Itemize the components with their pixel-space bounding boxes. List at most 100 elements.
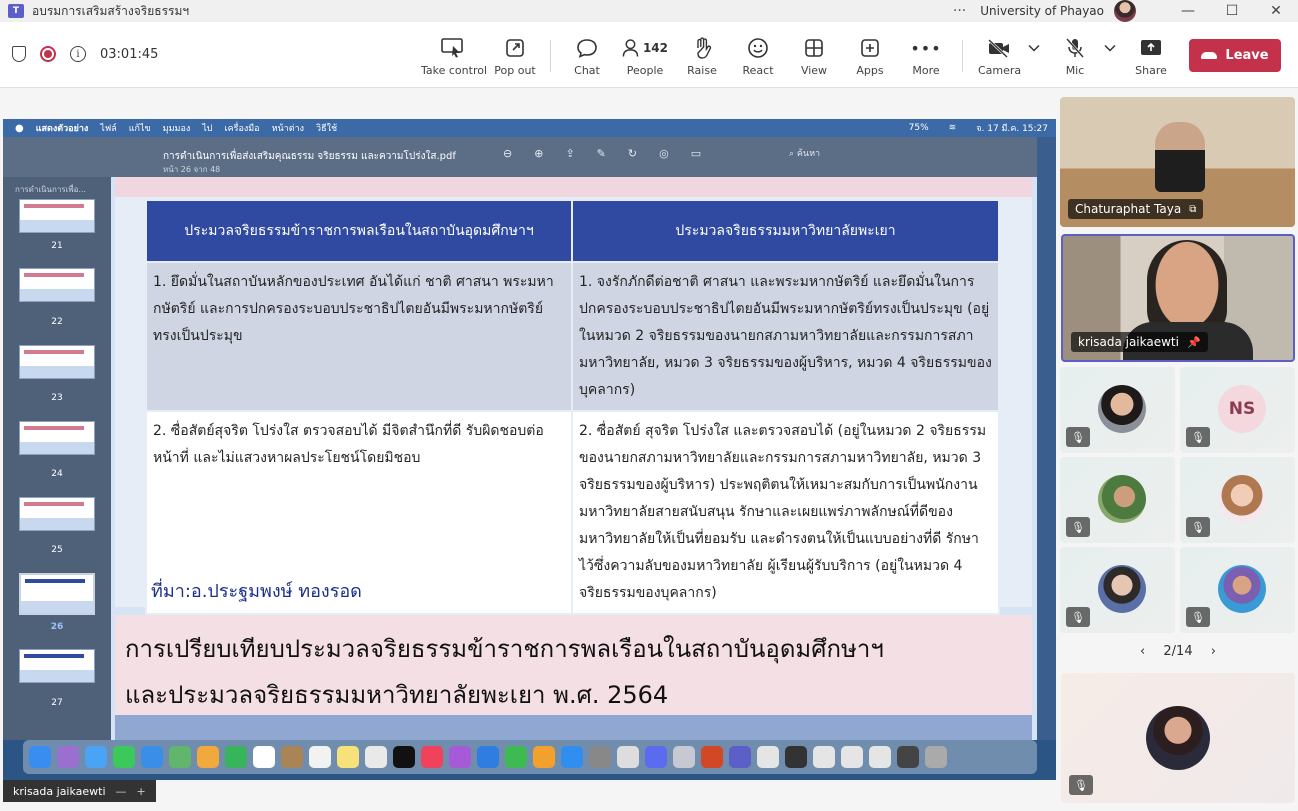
teams-logo-icon: T — [8, 4, 24, 18]
presenter-name: krisada jaikaewti — [13, 784, 106, 798]
chat-button[interactable]: Chat — [570, 36, 604, 84]
document-icon — [841, 746, 863, 768]
document-icon — [757, 746, 779, 768]
slide-source-text: ที่มา:อ.ประฐมพงษ์ ทองรอด — [151, 581, 362, 602]
mac-menu-item: หน้าต่าง — [271, 124, 305, 134]
music-icon — [421, 746, 443, 768]
preview-icon — [617, 746, 639, 768]
safari-icon — [85, 746, 107, 768]
calendar-icon — [253, 746, 275, 768]
participant-name: krisada jaikaewti — [1078, 335, 1179, 349]
chevron-left-icon[interactable]: ‹ — [1140, 644, 1145, 659]
contacts-icon — [281, 746, 303, 768]
view-label: View — [800, 64, 828, 77]
screen-icon — [673, 746, 695, 768]
share-button[interactable]: Share — [1134, 36, 1168, 84]
apps-button[interactable]: Apps — [854, 36, 886, 84]
chevron-down-icon — [1102, 36, 1118, 60]
participant-tile[interactable]: 🎙 — [1180, 547, 1295, 633]
participant-pager: ‹ 2/14 › — [1140, 644, 1216, 659]
zoom-in-button[interactable]: + — [137, 785, 146, 798]
active-speaker-video-tile[interactable]: krisada jaikaewti 📌 — [1061, 234, 1295, 362]
share-icon — [1134, 36, 1168, 60]
leave-label: Leave — [1225, 48, 1269, 63]
thumbnail-number: 22 — [51, 317, 63, 327]
maximize-button[interactable]: ☐ — [1210, 3, 1254, 19]
view-button[interactable]: View — [798, 36, 830, 84]
participant-tile[interactable]: 🎙 — [1060, 457, 1175, 543]
slide-header-strip — [115, 177, 1032, 197]
table-header: ประมวลจริยธรรมมหาวิทยาลัยพะเยา — [571, 199, 1000, 263]
camera-off-icon — [978, 36, 1020, 60]
mic-off-icon: 🎙 — [1186, 427, 1210, 447]
participant-avatar — [1218, 475, 1266, 523]
more-button[interactable]: ••• More — [910, 36, 942, 84]
people-label: People — [626, 64, 664, 77]
react-button[interactable]: React — [740, 36, 776, 84]
pop-out-button[interactable]: Pop out — [492, 36, 538, 84]
hang-up-icon — [1201, 52, 1218, 59]
camera-button[interactable]: Camera — [978, 36, 1021, 84]
keynote-icon — [477, 746, 499, 768]
desktop-edge — [1037, 137, 1056, 740]
people-button[interactable]: 142 People — [622, 36, 668, 84]
info-icon[interactable]: i — [70, 46, 86, 62]
account-avatar[interactable] — [1114, 0, 1136, 22]
table-header: ประมวลจริยธรรมข้าราชการพลเรือนในสถาบันอุ… — [145, 199, 573, 263]
shield-icon[interactable] — [12, 46, 26, 62]
participant-avatar — [1098, 475, 1146, 523]
meeting-toolbar: i 03:01:45 Take control Pop out Chat 142… — [0, 22, 1298, 88]
document-icon — [813, 746, 835, 768]
preview-toolbar: การดำเนินการเพื่อส่งเสริมคุณธรรม จริยธรร… — [3, 137, 1037, 177]
participant-tile[interactable]: 🎙 — [1061, 673, 1295, 803]
participant-tile[interactable]: 🎙 — [1060, 547, 1175, 633]
mic-options-button[interactable] — [1102, 36, 1118, 84]
trash-icon — [925, 746, 947, 768]
pdf-thumbnail-sidebar: การดำเนินการเพื่อ... 21 22 23 24 25 26 2… — [3, 177, 111, 740]
apple-icon: ● — [15, 122, 24, 134]
form-icon: ▭ — [690, 147, 702, 160]
zoom-out-button[interactable]: — — [116, 785, 127, 798]
pdf-thumbnail — [19, 345, 95, 379]
chevron-right-icon[interactable]: › — [1211, 644, 1216, 659]
participant-tile[interactable]: 🎙 — [1180, 457, 1295, 543]
take-control-button[interactable]: Take control — [421, 36, 487, 84]
mac-dock — [23, 740, 1037, 774]
pin-icon: 📌 — [1186, 335, 1201, 349]
participant-tile[interactable]: 🎙 — [1060, 367, 1175, 453]
participant-tile[interactable]: NS 🎙 — [1180, 367, 1295, 453]
pdf-search-placeholder: ค้นหา — [796, 149, 821, 159]
teams-meeting-window: T อบรมการเสริมสร้างจริยธรรมฯ ··· Univers… — [0, 0, 1298, 811]
zoom-in-icon: ⊕ — [534, 147, 544, 160]
participant-name-tag: Chaturaphat Taya ⧉ — [1068, 199, 1204, 219]
pdf-thumbnail — [19, 497, 95, 531]
mic-button[interactable]: Mic — [1060, 36, 1090, 84]
mic-off-icon: 🎙 — [1069, 775, 1093, 795]
window-title: อบรมการเสริมสร้างจริยธรรมฯ — [32, 3, 190, 18]
settings-icon — [589, 746, 611, 768]
minimize-button[interactable]: — — [1166, 3, 1210, 19]
participant-avatar — [1218, 565, 1266, 613]
toolbar-divider — [550, 40, 551, 72]
raise-hand-button[interactable]: Raise — [686, 36, 718, 84]
mic-off-icon: 🎙 — [1066, 427, 1090, 447]
thumbnail-number: 21 — [51, 241, 63, 251]
photos-icon — [197, 746, 219, 768]
participant-video-tile[interactable]: Chaturaphat Taya ⧉ — [1060, 97, 1295, 227]
maps-icon — [169, 746, 191, 768]
leave-button[interactable]: Leave — [1189, 39, 1281, 72]
chat-label: Chat — [574, 64, 600, 77]
mac-menu-bar: ● แสดงตัวอย่าง ไฟล์ แก้ไข มุมมอง ไป เครื… — [3, 119, 1056, 137]
document-icon — [785, 746, 807, 768]
pdf-search-field: ⌕ ค้นหา — [789, 149, 821, 159]
camera-options-button[interactable] — [1026, 36, 1042, 84]
more-label: More — [912, 64, 940, 77]
window-more-button[interactable]: ··· — [953, 3, 966, 19]
powerpoint-icon — [701, 746, 723, 768]
chevron-down-icon — [1026, 36, 1042, 60]
next-slide-title-line1: การเปรียบเทียบประมวลจริยธรรมข้าราชการพลเ… — [125, 635, 884, 663]
close-button[interactable]: ✕ — [1254, 3, 1298, 19]
participant-avatar — [1146, 706, 1210, 770]
mic-label: Mic — [1065, 64, 1085, 77]
recording-icon[interactable] — [40, 46, 56, 62]
